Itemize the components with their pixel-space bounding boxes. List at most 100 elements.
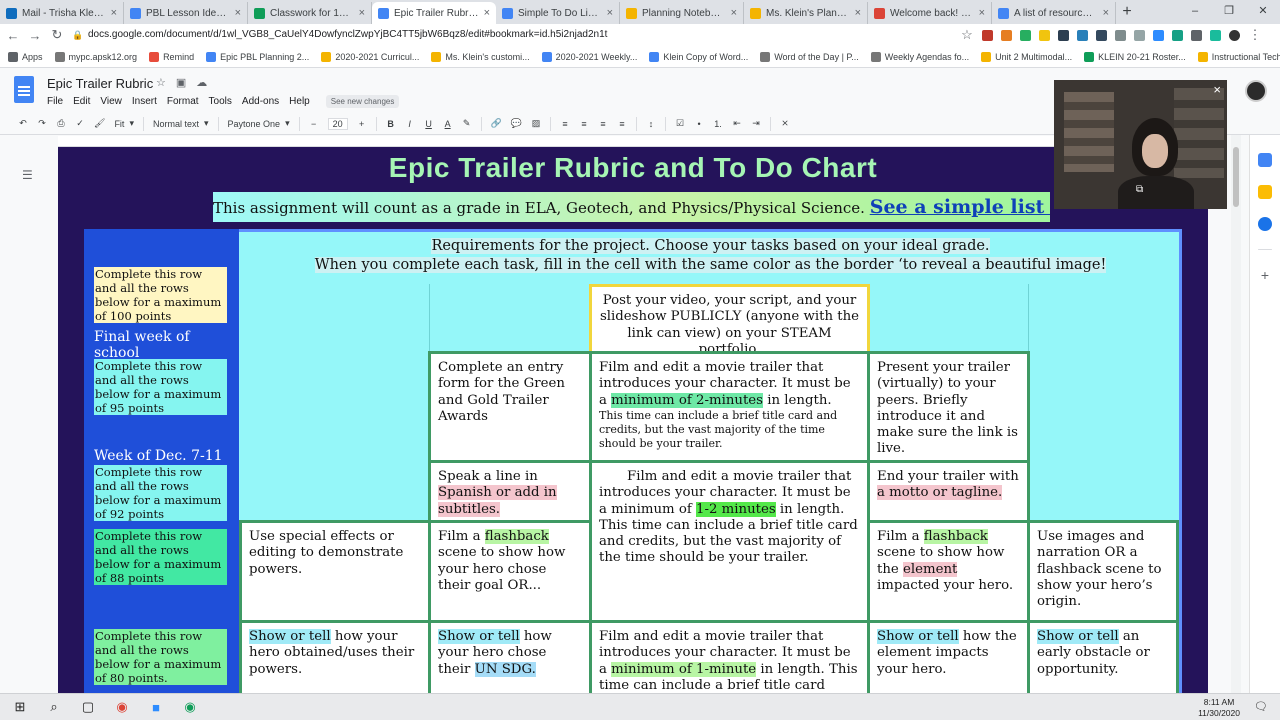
redo-icon[interactable]: ↷ — [37, 118, 47, 129]
spellcheck-icon[interactable]: ✓ — [75, 118, 85, 129]
document-outline-icon[interactable]: ☰ — [22, 168, 33, 182]
scrollbar[interactable] — [1231, 135, 1241, 695]
menu-file[interactable]: File — [47, 96, 63, 107]
menu-help[interactable]: Help — [289, 96, 310, 107]
see-new-changes-link[interactable]: See new changes — [325, 95, 400, 108]
font-size-input[interactable]: 20 — [327, 117, 348, 130]
comment-icon[interactable]: 💬 — [511, 118, 522, 129]
table-cell[interactable]: Film a flashback scene to show how your … — [428, 520, 592, 623]
bookmark[interactable]: Word of the Day | P... — [760, 51, 859, 62]
cloud-icon[interactable]: ☁ — [196, 76, 207, 89]
menu-format[interactable]: Format — [167, 96, 199, 107]
forward-icon[interactable]: → — [28, 28, 42, 43]
table-cell[interactable]: Complete an entry form for the Green and… — [428, 351, 592, 463]
bulleted-list-icon[interactable]: • — [694, 119, 704, 129]
url-field[interactable]: docs.google.com/document/d/1wl_VGB8_CaUe… — [72, 26, 952, 44]
extension-icon[interactable] — [1020, 29, 1031, 41]
underline-button[interactable]: U — [424, 119, 434, 129]
bookmark[interactable]: Weekly Agendas fo... — [870, 51, 969, 62]
notification-icon[interactable]: 🗨 — [1254, 700, 1268, 713]
table-cell[interactable]: Show or tell an early obstacle or opport… — [1027, 620, 1179, 693]
document-page[interactable]: Epic Trailer Rubric and To Do Chart This… — [58, 147, 1208, 693]
move-folder-icon[interactable]: ▣ — [176, 76, 186, 89]
clear-formatting-icon[interactable]: ⨯ — [780, 118, 790, 129]
simple-list-link[interactable]: See a simple list here. — [870, 196, 1050, 218]
search-icon[interactable]: ⌕ — [44, 697, 64, 717]
docs-logo-icon[interactable] — [14, 76, 34, 103]
table-cell[interactable]: Film and edit a movie trailer that intro… — [589, 460, 870, 623]
menu-view[interactable]: View — [100, 96, 122, 107]
popout-icon[interactable]: ⧉ — [1136, 184, 1143, 195]
close-tab-icon[interactable]: × — [855, 7, 861, 19]
close-window-button[interactable]: ✕ — [1246, 0, 1280, 22]
zoom-icon[interactable]: ■ — [146, 697, 166, 717]
table-cell[interactable]: Film and edit a movie trailer that intro… — [589, 620, 870, 693]
maximize-button[interactable]: ❐ — [1212, 0, 1246, 22]
avatar[interactable] — [1229, 29, 1240, 41]
checklist-icon[interactable]: ☑ — [675, 118, 685, 129]
document-title[interactable]: Epic Trailer Rubric — [47, 76, 153, 91]
undo-icon[interactable]: ↶ — [18, 118, 28, 129]
zoom-select[interactable]: Fit ▾ — [114, 118, 134, 129]
browser-tab[interactable]: A list of resources for h× — [992, 2, 1116, 24]
menu-addons[interactable]: Add-ons — [242, 96, 279, 107]
bookmark[interactable]: 2020-2021 Curricul... — [321, 51, 419, 62]
calendar-icon[interactable] — [1258, 153, 1272, 167]
more-menu-icon[interactable]: ⋮ — [1248, 27, 1262, 43]
table-cell[interactable]: Show or tell how your hero obtained/uses… — [239, 620, 431, 693]
align-right-icon[interactable]: ≡ — [598, 119, 608, 129]
bookmark[interactable]: Klein Copy of Word... — [649, 51, 748, 62]
decrease-font-button[interactable]: − — [309, 119, 319, 129]
paint-format-icon[interactable]: 🖌 — [94, 118, 105, 129]
extension-icon[interactable] — [1077, 29, 1088, 41]
extension-icon[interactable] — [1115, 29, 1126, 41]
italic-button[interactable]: I — [405, 119, 415, 129]
highlight-icon[interactable]: ✎ — [462, 118, 472, 129]
scrollbar-thumb[interactable] — [1233, 147, 1239, 207]
justify-icon[interactable]: ≡ — [617, 119, 627, 129]
close-icon[interactable]: × — [1213, 82, 1221, 97]
table-cell[interactable]: Use special effects or editing to demons… — [239, 520, 431, 623]
image-icon[interactable]: ▨ — [531, 118, 541, 129]
extension-icon[interactable] — [1039, 29, 1050, 41]
bookmark[interactable]: Instructional Techn... — [1197, 51, 1280, 62]
bookmark[interactable]: Epic PBL Planning 2... — [206, 51, 309, 62]
bookmark[interactable]: Ms. Klein's customi... — [431, 51, 530, 62]
chrome-icon[interactable]: ◉ — [112, 697, 132, 717]
star-icon[interactable]: ☆ — [156, 76, 166, 89]
close-tab-icon[interactable]: × — [731, 7, 737, 19]
windows-start-icon[interactable]: ⊞ — [10, 697, 30, 717]
table-cell[interactable]: End your trailer with a motto or tagline… — [867, 460, 1030, 523]
new-tab-button[interactable]: + — [1116, 2, 1138, 24]
table-cell[interactable]: Use images and narration OR a flashback … — [1027, 520, 1179, 623]
menu-tools[interactable]: Tools — [209, 96, 232, 107]
style-select[interactable]: Normal text ▾ — [153, 118, 209, 129]
webcam-overlay[interactable]: × ⧉ — [1054, 80, 1227, 209]
close-tab-icon[interactable]: × — [484, 7, 490, 19]
extension-icon[interactable] — [1153, 29, 1164, 41]
font-select[interactable]: Paytone One ▾ — [228, 118, 290, 129]
bookmark[interactable]: Remind — [149, 51, 194, 62]
extension-icon[interactable] — [1172, 29, 1183, 41]
tasks-icon[interactable] — [1258, 217, 1272, 231]
close-tab-icon[interactable]: × — [979, 7, 985, 19]
task-view-icon[interactable]: ▢ — [78, 697, 98, 717]
extension-icon[interactable] — [982, 29, 993, 41]
table-cell[interactable]: Post your video, your script, and your s… — [589, 284, 870, 354]
decrease-indent-icon[interactable]: ⇤ — [732, 118, 742, 129]
align-left-icon[interactable]: ≡ — [560, 119, 570, 129]
add-addon-icon[interactable]: + — [1258, 268, 1272, 282]
browser-tab[interactable]: Planning Notebook Yo× — [620, 2, 744, 24]
puzzle-icon[interactable] — [1191, 29, 1202, 41]
table-cell[interactable]: Show or tell how the element impacts you… — [867, 620, 1030, 693]
table-cell[interactable]: Present your trailer (virtually) to your… — [867, 351, 1030, 463]
close-tab-icon[interactable]: × — [235, 7, 241, 19]
avatar[interactable] — [1245, 80, 1267, 102]
increase-font-button[interactable]: + — [357, 119, 367, 129]
browser-tab[interactable]: PBL Lesson Ideas - Goo× — [124, 2, 248, 24]
bookmark[interactable]: mypc.apsk12.org — [54, 51, 137, 62]
table-cell[interactable]: Show or tell how your hero chose their U… — [428, 620, 592, 693]
browser-tab[interactable]: Mail - Trisha Klein - Ou× — [0, 2, 124, 24]
bold-button[interactable]: B — [386, 119, 396, 129]
close-tab-icon[interactable]: × — [1103, 7, 1109, 19]
